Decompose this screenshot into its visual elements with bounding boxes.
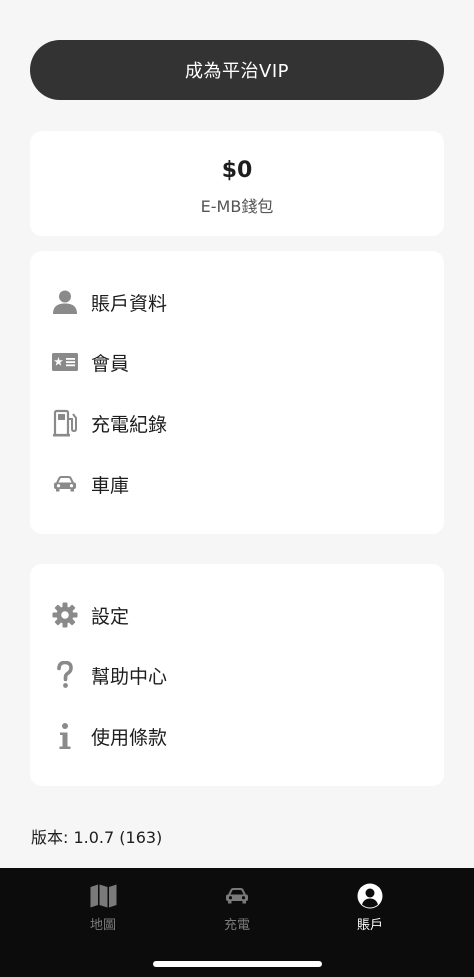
account-icon (355, 882, 385, 910)
menu-label: 會員 (91, 352, 130, 375)
wallet-balance: $0 (221, 158, 253, 183)
person-icon (52, 289, 78, 315)
tab-label: 地圖 (89, 918, 116, 933)
member-card-icon (52, 349, 78, 375)
support-menu-card: 設定 幫助中心 使用條款 (30, 564, 444, 786)
menu-label: 使用條款 (91, 726, 168, 749)
menu-item-membership[interactable]: 會員 (30, 340, 444, 384)
home-indicator (153, 961, 322, 967)
info-icon (52, 723, 78, 749)
menu-label: 設定 (91, 605, 130, 628)
map-icon (88, 882, 118, 910)
account-menu-card: 賬戶資料 會員 充電紀錄 車庫 (30, 251, 444, 534)
menu-item-account-info[interactable]: 賬戶資料 (30, 280, 444, 324)
menu-label: 車庫 (91, 474, 130, 497)
wallet-label: E-MB錢包 (200, 197, 274, 216)
bottom-tab-bar: 地圖 充電 賬戶 (0, 868, 474, 977)
tab-charging[interactable]: 充電 (187, 882, 287, 942)
wallet-card[interactable]: $0 E-MB錢包 (30, 131, 444, 236)
menu-item-terms-of-use[interactable]: 使用條款 (30, 714, 444, 758)
menu-item-garage[interactable]: 車庫 (30, 462, 444, 506)
menu-item-help-center[interactable]: 幫助中心 (30, 653, 444, 697)
menu-item-charging-history[interactable]: 充電紀錄 (30, 401, 444, 445)
menu-label: 幫助中心 (91, 665, 168, 688)
tab-account[interactable]: 賬戶 (320, 882, 420, 942)
tab-label: 充電 (223, 918, 250, 933)
gear-icon (52, 602, 78, 628)
menu-label: 充電紀錄 (91, 413, 168, 436)
vip-button-label: 成為平治VIP (185, 61, 289, 82)
menu-item-settings[interactable]: 設定 (30, 593, 444, 637)
fuel-pump-icon (52, 409, 78, 437)
tab-map[interactable]: 地圖 (53, 882, 153, 942)
tab-label: 賬戶 (356, 918, 383, 933)
menu-label: 賬戶資料 (91, 292, 168, 315)
car-icon (222, 882, 252, 910)
app-version: 版本: 1.0.7 (163) (31, 828, 163, 847)
car-icon (52, 471, 78, 497)
question-icon (52, 661, 78, 688)
become-vip-button[interactable]: 成為平治VIP (30, 40, 444, 100)
